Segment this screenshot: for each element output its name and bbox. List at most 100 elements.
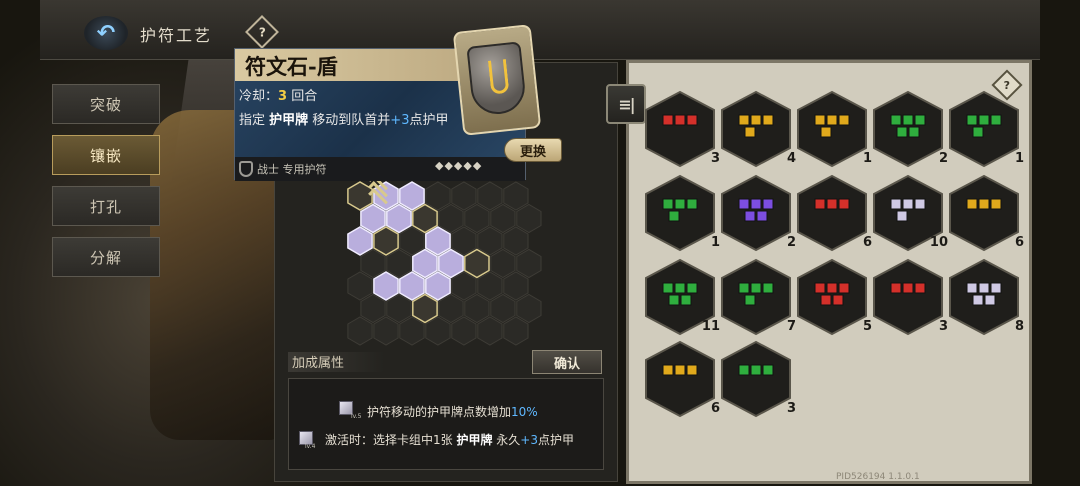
rune-cube-icon <box>838 114 850 126</box>
rune-cube-icon <box>662 198 674 210</box>
rune-inventory-slot[interactable]: 4 <box>720 90 796 168</box>
rune-cube-icon <box>814 198 826 210</box>
rune-cube-icon <box>978 282 990 294</box>
rune-cube-icon <box>826 198 838 210</box>
rune-slot-frame <box>949 258 1019 336</box>
rune-inventory-slot[interactable]: 1 <box>796 90 872 168</box>
rune-cube-icon <box>750 114 762 126</box>
rune-cube-icon <box>750 282 762 294</box>
bonus-keyword: 护甲牌 <box>456 433 493 447</box>
rune-cube-icon <box>908 126 920 138</box>
rune-count: 8 <box>1014 319 1024 334</box>
rune-cube-icon <box>978 114 990 126</box>
tab-label: 打孔 <box>89 197 122 216</box>
rune-cube-icon <box>990 114 1002 126</box>
rune-inventory-slot[interactable]: 10 <box>872 174 948 252</box>
list-toggle-icon[interactable]: ≡| <box>606 84 646 124</box>
cooldown-text: 冷却：3 回合 <box>239 85 317 104</box>
rune-cube-icon <box>762 364 774 376</box>
rune-cube-icon <box>896 210 908 222</box>
rune-count: 1 <box>710 235 720 250</box>
rune-inventory-slot[interactable]: 6 <box>796 174 872 252</box>
rune-cube-icon <box>832 294 844 306</box>
rune-slot-frame <box>797 90 867 168</box>
rune-count: 6 <box>862 235 872 250</box>
rune-cube-icon <box>686 282 698 294</box>
tab-socket[interactable]: 打孔 <box>52 186 160 226</box>
rune-count: 3 <box>786 401 796 416</box>
rune-count: 1 <box>1014 151 1024 166</box>
rune-inventory-slot[interactable]: 7 <box>720 258 796 336</box>
rune-cube-icon <box>674 114 686 126</box>
rune-slot-frame <box>721 258 791 336</box>
rune-cube-icon <box>966 198 978 210</box>
rune-cube-icon <box>744 294 756 306</box>
warrior-class-icon <box>239 161 253 177</box>
rune-inventory-slot[interactable]: 3 <box>720 340 796 418</box>
confirm-button[interactable]: 确认 <box>532 350 602 374</box>
rune-cube-icon <box>814 282 826 294</box>
cooldown-label: 冷却： <box>239 89 279 104</box>
rune-cube-icon <box>902 114 914 126</box>
rune-cube-icon <box>890 114 902 126</box>
rune-cube-icon <box>984 294 996 306</box>
rune-slot-frame <box>645 340 715 418</box>
page-title: 护符工艺 <box>140 26 213 45</box>
rune-cube-icon <box>826 114 838 126</box>
rune-count: 1 <box>862 151 872 166</box>
rune-cube-icon <box>680 294 692 306</box>
rune-cube-icon <box>890 282 902 294</box>
bonus-attributes-box: lv.5 护符移动的护甲牌点数增加10% lv.4 激活时：选择卡组中1张 护甲… <box>288 378 604 470</box>
rune-cube-icon <box>762 198 774 210</box>
rune-inventory-slot[interactable]: 6 <box>644 340 720 418</box>
header: ↶ 护符工艺 ? <box>70 14 279 52</box>
rune-slot-frame <box>721 174 791 252</box>
rune-count: 4 <box>786 151 796 166</box>
rune-inventory-slot[interactable]: 1 <box>948 90 1024 168</box>
shield-emblem <box>487 58 510 95</box>
rune-inventory-slot[interactable]: 8 <box>948 258 1024 336</box>
rune-inventory-slot[interactable]: 3 <box>644 90 720 168</box>
rune-cube-icon <box>972 294 984 306</box>
tab-inlay[interactable]: 镶嵌 <box>52 135 160 175</box>
effect-part: 点护甲 <box>409 113 449 128</box>
shield-amulet-image[interactable] <box>452 24 542 136</box>
tab-decompose[interactable]: 分解 <box>52 237 160 277</box>
bonus-text: 永久 <box>492 433 521 447</box>
bonus-text: 激活时：选择卡组中1张 <box>325 433 457 447</box>
rune-count: 7 <box>786 319 796 334</box>
rune-count: 11 <box>701 319 720 334</box>
rune-cube-icon <box>978 198 990 210</box>
rune-inventory-slot[interactable]: 3 <box>872 258 948 336</box>
rune-level-tag: lv.4 <box>305 443 316 450</box>
rune-inventory-slot[interactable]: 2 <box>720 174 796 252</box>
rune-cube-icon <box>972 126 984 138</box>
rune-cube-icon <box>686 364 698 376</box>
help-glyph: ? <box>258 25 266 39</box>
rune-cube-icon <box>902 198 914 210</box>
rune-cube-icon <box>902 282 914 294</box>
rune-cube-icon <box>820 126 832 138</box>
effect-part: 指定 <box>239 113 270 128</box>
rune-inventory-slot[interactable]: 5 <box>796 258 872 336</box>
bonus-attributes-heading: 加成属性 <box>288 352 384 372</box>
rune-slot-frame <box>721 340 791 418</box>
effect-part: 移动到队首并 <box>308 113 391 128</box>
rune-cube-icon <box>674 198 686 210</box>
tab-breakthrough[interactable]: 突破 <box>52 84 160 124</box>
rune-inventory-slot[interactable]: 2 <box>872 90 948 168</box>
rune-inventory-slot[interactable]: 1 <box>644 174 720 252</box>
effect-text: 指定 护甲牌 移动到队首并+3点护甲 <box>239 111 464 131</box>
rune-cube-icon <box>990 198 1002 210</box>
rune-cube-icon <box>896 126 908 138</box>
rune-cube-icon <box>744 210 756 222</box>
rune-cube-icon <box>662 282 674 294</box>
rune-inventory-slot[interactable]: 6 <box>948 174 1024 252</box>
rune-slot-frame <box>949 90 1019 168</box>
rune-slot-frame <box>873 258 943 336</box>
replace-button[interactable]: 更换 <box>504 138 562 162</box>
back-arrow-icon[interactable]: ↶ <box>84 16 128 50</box>
cooldown-unit: 回合 <box>291 89 318 104</box>
rune-inventory-slot[interactable]: 11 <box>644 258 720 336</box>
rune-slot-frame <box>873 90 943 168</box>
